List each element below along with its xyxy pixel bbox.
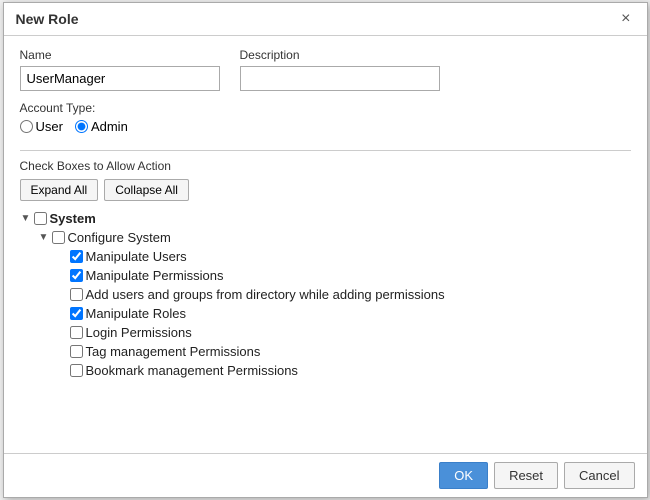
tree-item-bookmark-management: ▶ Bookmark management Permissions	[56, 361, 631, 380]
radio-admin[interactable]	[75, 120, 88, 133]
account-type-label: Account Type:	[20, 101, 631, 115]
expand-all-button[interactable]: Expand All	[20, 179, 99, 201]
tree-item-configure-system: ▼ Configure System	[38, 228, 631, 247]
toggle-arrow-configure-system[interactable]: ▼	[38, 232, 50, 243]
label-manipulate-permissions: Manipulate Permissions	[86, 268, 224, 283]
account-type-section: Account Type: User Admin	[20, 101, 631, 134]
tree-item-tag-management: ▶ Tag management Permissions	[56, 342, 631, 361]
close-button[interactable]: ×	[617, 11, 634, 27]
label-configure-system: Configure System	[68, 230, 171, 245]
tree-item-manipulate-roles: ▶ Manipulate Roles	[56, 304, 631, 323]
radio-group: User Admin	[20, 119, 631, 134]
check-boxes-label: Check Boxes to Allow Action	[20, 159, 631, 173]
label-system: System	[50, 211, 96, 226]
checkbox-add-users-groups[interactable]	[70, 288, 83, 301]
dialog-body: Name Description Account Type: User Admi…	[4, 36, 647, 453]
radio-admin-label[interactable]: Admin	[75, 119, 128, 134]
radio-user[interactable]	[20, 120, 33, 133]
radio-user-text: User	[36, 119, 63, 134]
checkbox-configure-system[interactable]	[52, 231, 65, 244]
description-label: Description	[240, 48, 440, 62]
checkbox-tag-management[interactable]	[70, 345, 83, 358]
description-input[interactable]	[240, 66, 440, 91]
reset-button[interactable]: Reset	[494, 462, 558, 489]
label-manipulate-users: Manipulate Users	[86, 249, 187, 264]
tree-container: ▼ System ▼ Configure System ▶ Manipulate…	[20, 209, 631, 441]
label-tag-management: Tag management Permissions	[86, 344, 261, 359]
divider	[20, 150, 631, 151]
expand-collapse-row: Expand All Collapse All	[20, 179, 631, 201]
radio-user-label[interactable]: User	[20, 119, 63, 134]
checkbox-manipulate-users[interactable]	[70, 250, 83, 263]
label-manipulate-roles: Manipulate Roles	[86, 306, 186, 321]
radio-admin-text: Admin	[91, 119, 128, 134]
collapse-all-button[interactable]: Collapse All	[104, 179, 189, 201]
checkbox-manipulate-roles[interactable]	[70, 307, 83, 320]
dialog-title: New Role	[16, 11, 79, 27]
checkbox-manipulate-permissions[interactable]	[70, 269, 83, 282]
label-add-users-groups: Add users and groups from directory whil…	[86, 287, 445, 302]
label-bookmark-management: Bookmark management Permissions	[86, 363, 298, 378]
checkbox-system[interactable]	[34, 212, 47, 225]
cancel-button[interactable]: Cancel	[564, 462, 634, 489]
checkbox-bookmark-management[interactable]	[70, 364, 83, 377]
name-group: Name	[20, 48, 220, 91]
tree-item-add-users-groups: ▶ Add users and groups from directory wh…	[56, 285, 631, 304]
new-role-dialog: New Role × Name Description Account Type…	[3, 2, 648, 498]
title-bar: New Role ×	[4, 3, 647, 36]
name-label: Name	[20, 48, 220, 62]
tree-item-login-permissions: ▶ Login Permissions	[56, 323, 631, 342]
tree-item-manipulate-users: ▶ Manipulate Users	[56, 247, 631, 266]
toggle-arrow-system[interactable]: ▼	[20, 213, 32, 224]
dialog-footer: OK Reset Cancel	[4, 453, 647, 497]
name-input[interactable]	[20, 66, 220, 91]
ok-button[interactable]: OK	[439, 462, 488, 489]
tree-item-manipulate-permissions: ▶ Manipulate Permissions	[56, 266, 631, 285]
checkbox-login-permissions[interactable]	[70, 326, 83, 339]
tree-item-system: ▼ System	[20, 209, 631, 228]
description-group: Description	[240, 48, 440, 91]
label-login-permissions: Login Permissions	[86, 325, 192, 340]
name-description-row: Name Description	[20, 48, 631, 91]
